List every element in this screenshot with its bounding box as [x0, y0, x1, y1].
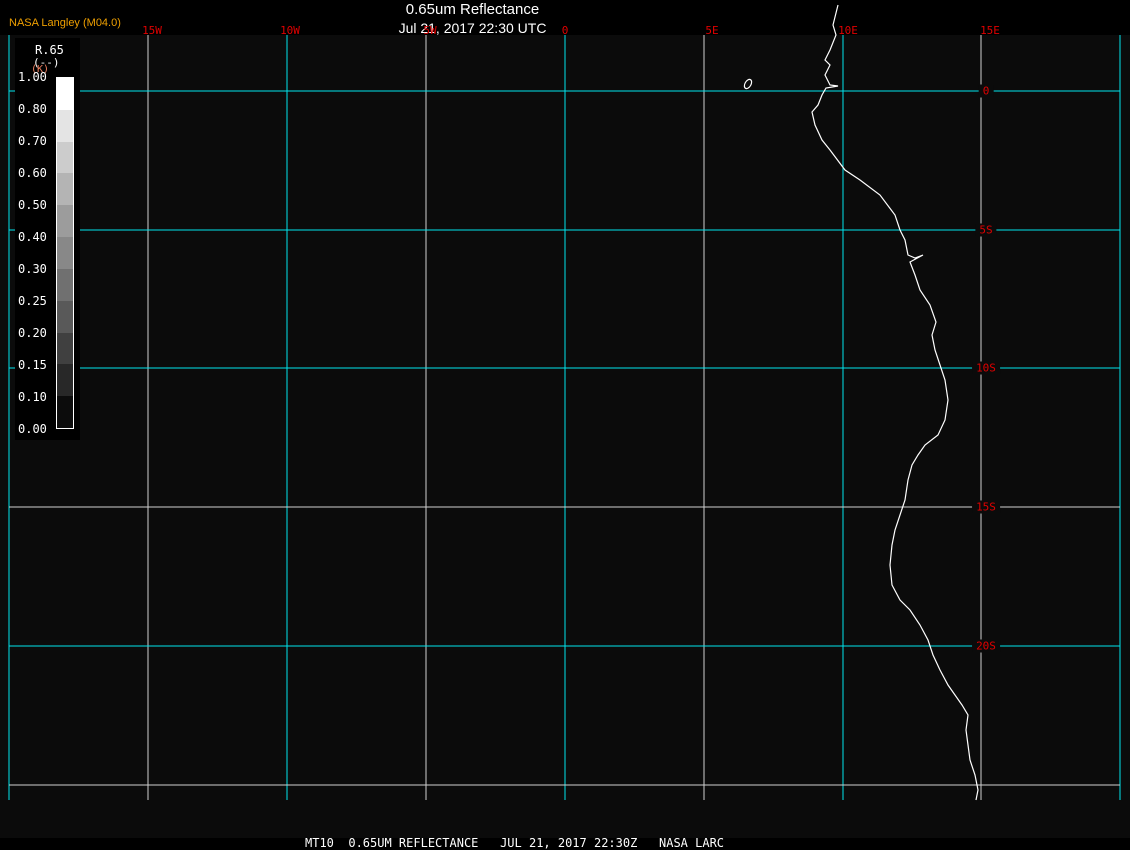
legend-swatch	[57, 396, 73, 428]
map-grid	[8, 4, 1121, 801]
legend-tick-label: 0.25	[18, 294, 47, 308]
legend-tick-label: 1.00	[18, 70, 47, 84]
legend-variable: R.65	[35, 43, 64, 57]
footer-caption: MT10 0.65UM REFLECTANCE JUL 21, 2017 22:…	[305, 836, 725, 850]
longitude-label: 10W	[280, 24, 300, 37]
legend-swatch	[57, 78, 73, 110]
latitude-label: 5S	[975, 223, 997, 237]
longitude-label: 0	[561, 24, 569, 37]
coastline	[811, 4, 979, 801]
legend-swatch	[57, 332, 73, 365]
longitude-label: 15W	[142, 24, 162, 37]
latitude-label: 20S	[972, 639, 1000, 653]
longitude-label: 10E	[838, 24, 858, 37]
legend-color-bar	[56, 77, 74, 429]
latitude-label: 15S	[972, 500, 1000, 514]
legend-swatch	[57, 205, 73, 238]
longitude-label: 5W	[423, 24, 437, 37]
legend-tick-label: 0.15	[18, 358, 47, 372]
legend-swatch	[57, 237, 73, 269]
legend-tick-label: 0.00	[18, 422, 47, 436]
legend-tick-label: 0.70	[18, 134, 47, 148]
longitude-label: 5E	[705, 24, 719, 37]
image-title: 0.65um Reflectance	[405, 1, 540, 18]
legend-tick-label: 0.40	[18, 230, 47, 244]
legend-tick-label: 0.80	[18, 102, 47, 116]
legend-swatch	[57, 364, 73, 397]
legend-swatch	[57, 268, 73, 301]
latitude-label: 10S	[972, 361, 1000, 375]
legend-tick-label: 0.60	[18, 166, 47, 180]
legend-tick-label: 0.30	[18, 262, 47, 276]
legend-swatch	[57, 300, 73, 333]
island-outline	[743, 78, 753, 90]
legend-tick-label: 0.20	[18, 326, 47, 340]
legend-swatch	[57, 141, 73, 174]
longitude-label: 15E	[980, 24, 1000, 37]
latitude-label: 0	[978, 84, 994, 98]
legend-swatch	[57, 109, 73, 142]
legend-swatch	[57, 173, 73, 206]
legend-tick-label: 0.10	[18, 390, 47, 404]
legend-tick-label: 0.50	[18, 198, 47, 212]
